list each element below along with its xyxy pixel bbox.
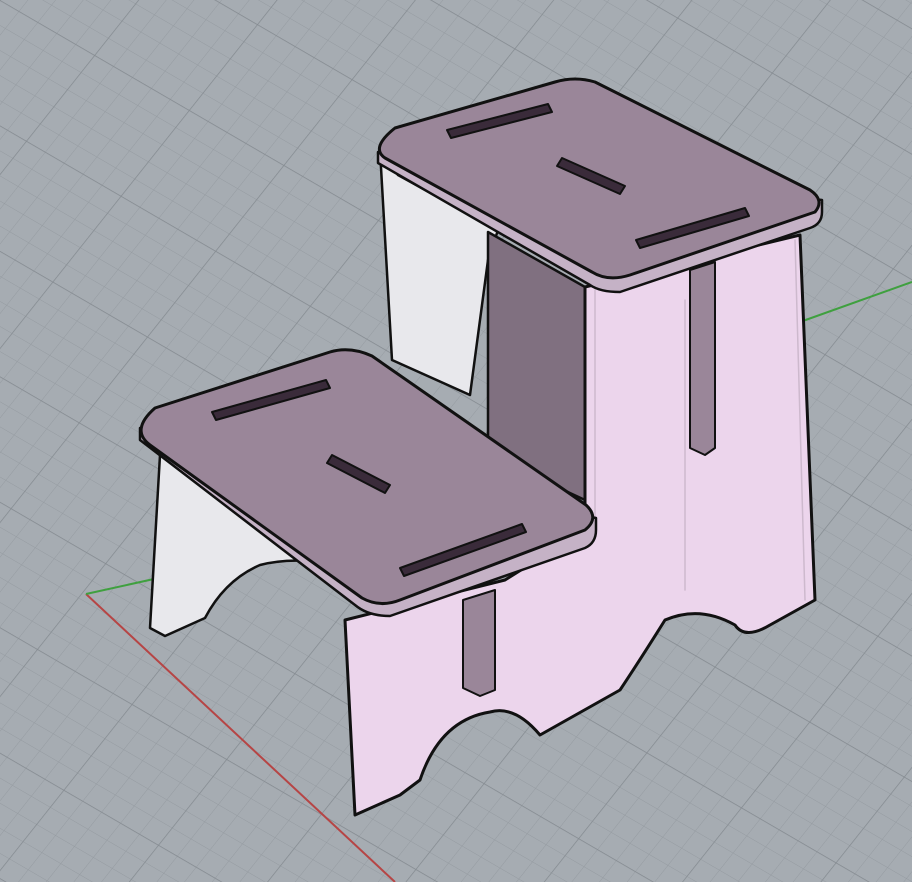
viewport-canvas[interactable] bbox=[0, 0, 912, 882]
rhino-3d-viewport[interactable] bbox=[0, 0, 912, 882]
upper-front-tab[interactable] bbox=[689, 261, 716, 456]
lower-front-tab[interactable] bbox=[462, 589, 496, 697]
